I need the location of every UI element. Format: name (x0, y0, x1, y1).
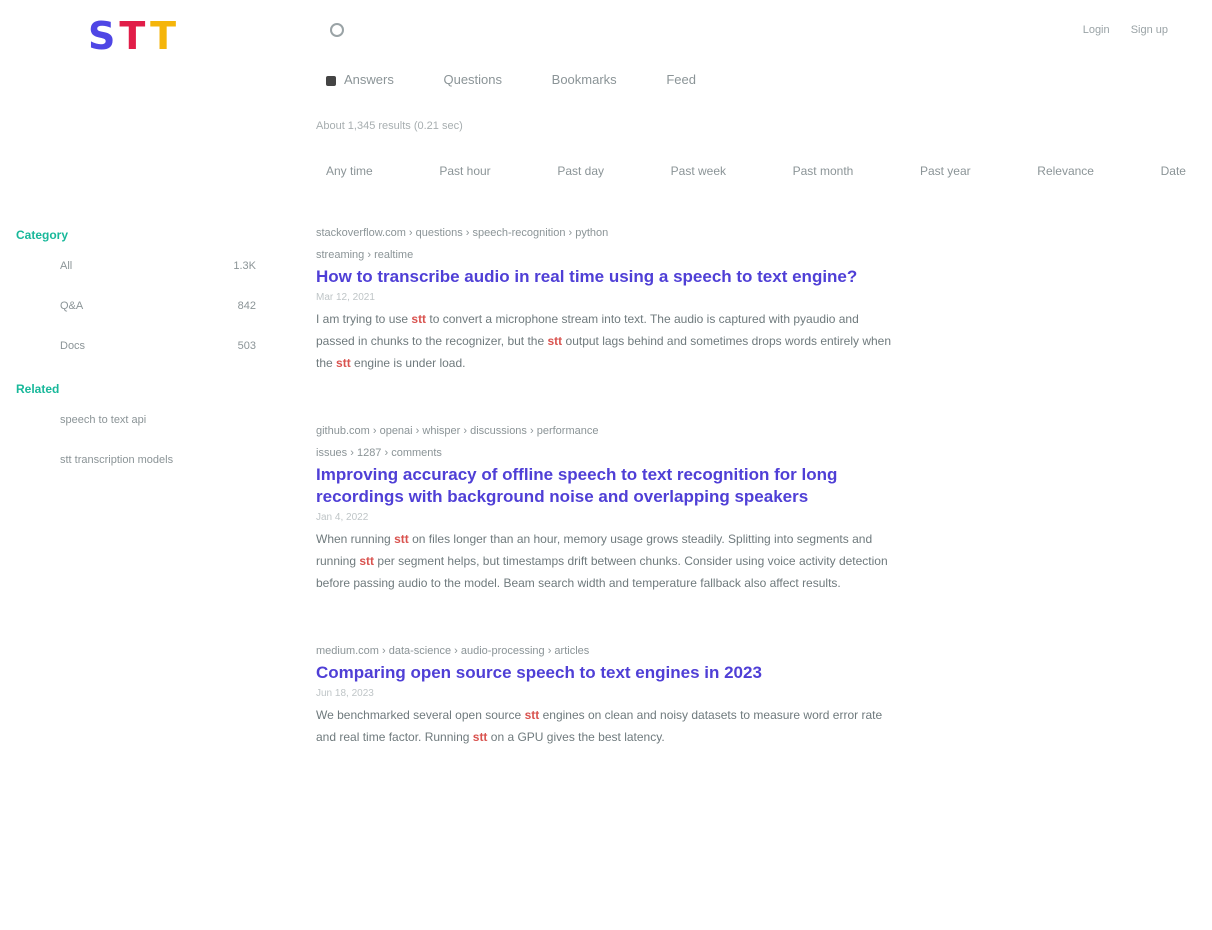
filter-past-month[interactable]: Past month (793, 164, 854, 178)
snippet-highlight: stt (336, 356, 351, 370)
logo[interactable]: STT (88, 14, 180, 58)
filter-date[interactable]: Date (1161, 164, 1186, 178)
nav-tabs: Answers Questions Bookmarks Feed (326, 72, 742, 87)
filter-bar: Any time Past hour Past day Past week Pa… (326, 164, 1186, 178)
category-label: Q&A (60, 300, 84, 312)
search-icon[interactable] (330, 22, 344, 37)
category-item[interactable]: Q&A 842 (60, 300, 256, 312)
result-date: Jun 18, 2023 (316, 688, 374, 699)
snippet-text: We benchmarked several open source (316, 708, 522, 722)
tab-label: Bookmarks (551, 72, 617, 87)
snippet-highlight: stt (547, 334, 563, 348)
snippet-highlight: stt (359, 554, 375, 568)
filter-relevance[interactable]: Relevance (1037, 164, 1094, 178)
category-count: 1.3K (233, 260, 256, 272)
tab-label: Questions (443, 72, 503, 87)
snippet-text: I am trying to use (316, 312, 409, 326)
result-title-link[interactable]: Comparing open source speech to text eng… (316, 662, 896, 684)
category-block: Category All 1.3K Q&A 842 Docs 503 (16, 228, 256, 352)
snippet-highlight: stt (524, 708, 540, 722)
filter-any-time[interactable]: Any time (326, 164, 373, 178)
question-icon (326, 75, 336, 86)
results-list: stackoverflow.com › questions › speech-r… (316, 222, 896, 794)
snippet-text: When running (316, 532, 391, 546)
sidebar: Category All 1.3K Q&A 842 Docs 503 Related … (16, 228, 256, 496)
snippet-text: per segment helps, but timestamps drift … (316, 554, 888, 590)
filter-past-day[interactable]: Past day (557, 164, 604, 178)
snippet-text: engine is under load. (354, 356, 466, 370)
category-count: 503 (237, 340, 256, 352)
category-label: Docs (60, 340, 86, 352)
category-item[interactable]: All 1.3K (60, 260, 256, 272)
tab-answers[interactable]: Answers (326, 72, 394, 87)
result-snippet: When running stt on files longer than an… (316, 528, 896, 594)
category-heading: Category (16, 228, 69, 242)
snippet-highlight: stt (472, 730, 488, 744)
result-stats: About 1,345 results (0.21 sec) (316, 120, 463, 132)
result-path: github.com › openai › whisper › discussi… (316, 425, 599, 437)
logo-letter: T (150, 14, 181, 58)
filter-past-week[interactable]: Past week (671, 164, 726, 178)
logo-letter: T (119, 14, 151, 58)
snippet-highlight: stt (394, 532, 409, 546)
result-path: stackoverflow.com › questions › speech-r… (316, 227, 609, 239)
result-item: medium.com › data-science › audio-proces… (316, 640, 896, 748)
tab-label: Feed (666, 72, 696, 87)
search-bar[interactable] (330, 22, 352, 37)
tab-questions[interactable]: Questions (443, 72, 502, 87)
signup-link[interactable]: Sign up (1131, 24, 1168, 36)
snippet-highlight: stt (411, 312, 427, 326)
related-heading: Related (16, 382, 60, 396)
result-title-link[interactable]: How to transcribe audio in real time usi… (316, 266, 896, 288)
category-item[interactable]: Docs 503 (60, 340, 256, 352)
logo-letter: S (88, 14, 120, 58)
result-date: Mar 12, 2021 (316, 292, 375, 303)
account-links: Login Sign up (1065, 24, 1168, 36)
result-title-link[interactable]: Improving accuracy of offline speech to … (316, 464, 896, 508)
snippet-text: on a GPU gives the best latency. (490, 730, 665, 744)
result-snippet: I am trying to use stt to convert a micr… (316, 308, 896, 374)
result-snippet: We benchmarked several open source stt e… (316, 704, 896, 748)
tab-label: Answers (344, 72, 394, 87)
login-link[interactable]: Login (1083, 24, 1110, 36)
result-item: github.com › openai › whisper › discussi… (316, 420, 896, 594)
tab-bookmarks[interactable]: Bookmarks (552, 72, 617, 87)
result-item: stackoverflow.com › questions › speech-r… (316, 222, 896, 374)
tab-feed[interactable]: Feed (666, 72, 696, 87)
filter-past-year[interactable]: Past year (920, 164, 971, 178)
result-path: issues › 1287 › comments (316, 447, 442, 459)
related-link[interactable]: stt transcription models (60, 454, 256, 466)
result-path: streaming › realtime (316, 249, 414, 261)
category-count: 842 (237, 300, 256, 312)
category-label: All (60, 260, 73, 272)
related-link[interactable]: speech to text api (60, 414, 256, 426)
filter-past-hour[interactable]: Past hour (439, 164, 490, 178)
result-date: Jan 4, 2022 (316, 512, 369, 523)
related-block: Related speech to text api stt transcrip… (16, 382, 256, 466)
result-path: medium.com › data-science › audio-proces… (316, 645, 590, 657)
